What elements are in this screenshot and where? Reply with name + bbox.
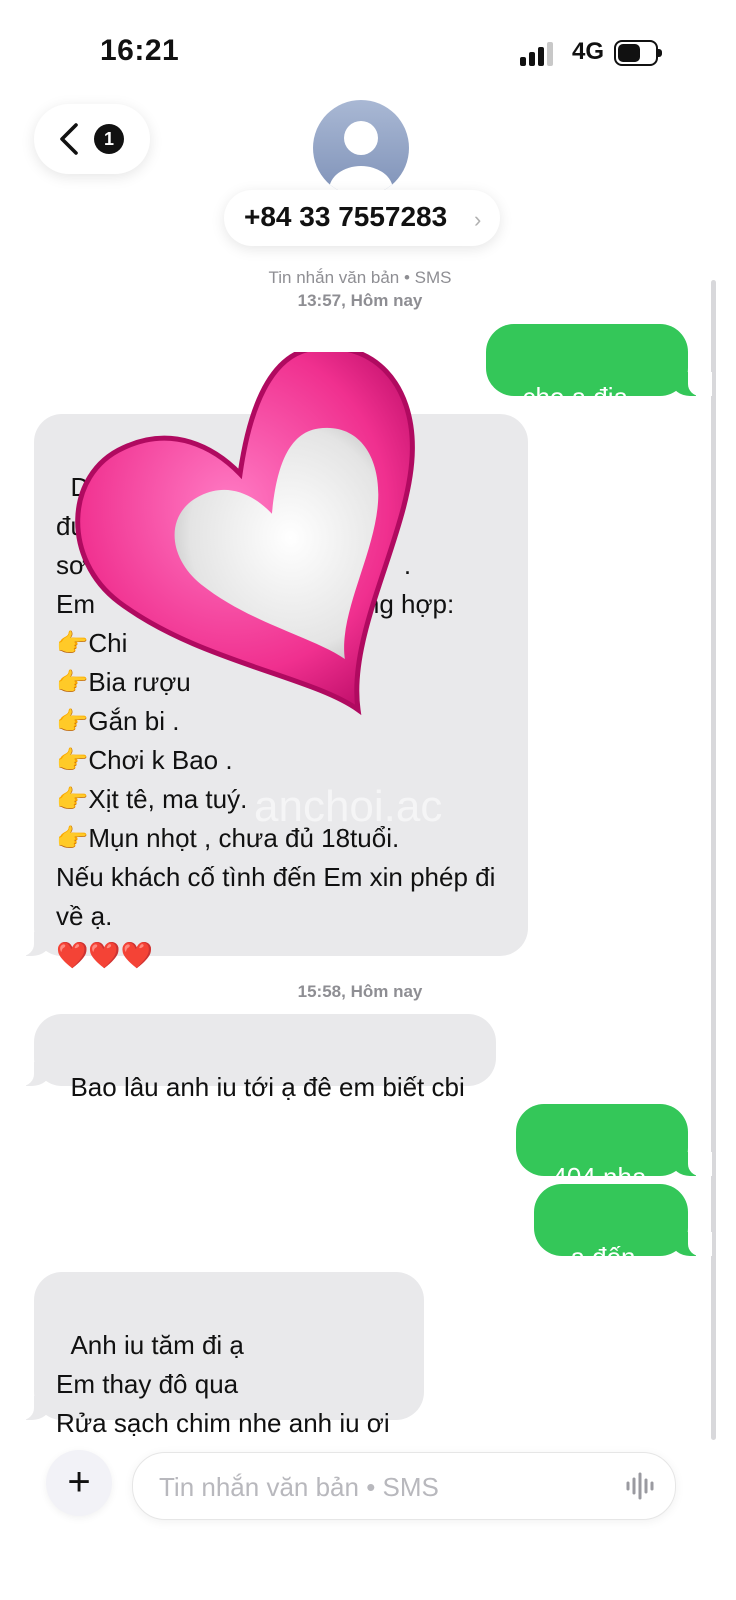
clock: 16:21 <box>100 34 180 67</box>
message-bubble-incoming[interactable]: Anh iu tăm đi ạ Em thay đô qua Rửa sạch … <box>10 1272 424 1438</box>
message-text: Bao lâu anh iu tới ạ đê em biết cbi <box>70 1072 465 1102</box>
add-attachment-button[interactable]: + <box>46 1450 112 1516</box>
day-label: Hôm nay <box>350 291 423 310</box>
thread-meta: Tin nhắn văn bản • SMS 13:57, Hôm nay <box>0 266 720 312</box>
cellular-signal-icon <box>520 42 558 66</box>
battery-icon <box>614 40 662 66</box>
thread-meta: 15:58, Hôm nay <box>0 980 720 1003</box>
contact-header-button[interactable]: +84 33 7557283 › <box>224 190 500 246</box>
plus-icon: + <box>67 1460 91 1504</box>
watermark: anchoi.ac <box>254 782 443 831</box>
message-type-label: Tin nhắn văn bản • SMS <box>268 268 452 287</box>
heart-sticker-icon[interactable] <box>72 352 444 736</box>
day-label: Hôm nay <box>350 982 423 1001</box>
scrollbar[interactable] <box>711 280 716 1440</box>
timestamp: 13:57, <box>297 291 346 310</box>
timestamp: 15:58, <box>297 982 346 1001</box>
contact-name: +84 33 7557283 <box>244 201 448 232</box>
message-bubble-outgoing[interactable]: cho a đia chi <box>486 324 712 451</box>
message-composer[interactable] <box>132 1452 676 1520</box>
person-avatar-icon[interactable] <box>313 100 409 196</box>
back-button[interactable]: 1 <box>34 104 150 174</box>
message-text: a đến roi <box>556 1242 643 1311</box>
unread-badge: 1 <box>94 124 124 154</box>
message-bubble-outgoing[interactable]: 404 nha e <box>516 1104 712 1231</box>
message-text: Anh iu tăm đi ạ Em thay đô qua Rửa sạch … <box>56 1330 390 1438</box>
waveform-icon[interactable] <box>625 1471 657 1501</box>
status-bar: 16:21 4G <box>0 0 736 100</box>
message-input[interactable] <box>157 1467 601 1507</box>
network-type: 4G <box>572 38 605 65</box>
chevron-left-icon <box>60 123 78 155</box>
chevron-right-icon: › <box>474 207 482 232</box>
message-bubble-incoming[interactable]: Bao lâu anh iu tới ạ đê em biết cbi <box>10 1014 496 1102</box>
message-bubble-outgoing[interactable]: a đến roi <box>534 1184 712 1311</box>
